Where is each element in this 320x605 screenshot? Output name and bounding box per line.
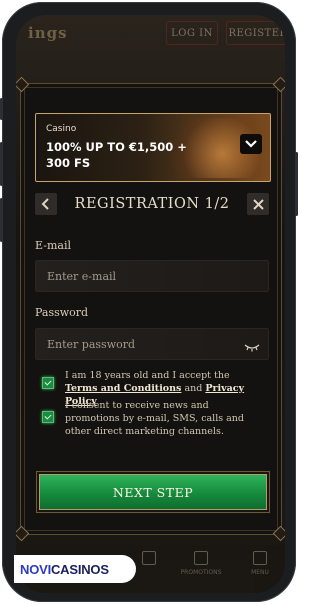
password-label: Password bbox=[35, 306, 89, 319]
registration-modal: Casino 100% UP TO €1,500 + 300 FS REGIST… bbox=[16, 76, 285, 542]
close-icon[interactable] bbox=[247, 193, 269, 215]
marketing-consent-text: I consent to receive news and promotions… bbox=[65, 400, 245, 437]
phone-volume-up bbox=[0, 142, 3, 186]
bonus-category: Casino bbox=[46, 124, 77, 134]
site-logo: ings bbox=[28, 24, 68, 42]
phone-volume-down bbox=[0, 198, 3, 242]
email-label: E-mail bbox=[35, 239, 71, 252]
login-button[interactable]: LOG IN bbox=[166, 21, 218, 45]
phone-power-button bbox=[295, 152, 298, 216]
nav-item-promotions[interactable]: PROMOTIONS bbox=[176, 551, 226, 576]
nav-item-menu[interactable]: MENU bbox=[235, 551, 285, 576]
age-terms-prefix: I am 18 years old and I accept the bbox=[65, 370, 230, 381]
phone-screen: ings LOG IN REGISTER Casino 100% UP TO €… bbox=[16, 15, 285, 593]
menu-icon bbox=[253, 551, 267, 565]
registration-title: REGISTRATION 1/2 bbox=[74, 196, 230, 212]
phone-side-button bbox=[0, 98, 3, 120]
gift-icon bbox=[194, 551, 208, 565]
bonus-title: 100% UP TO €1,500 + 300 FS bbox=[46, 140, 187, 170]
register-button[interactable]: REGISTER bbox=[226, 21, 285, 45]
site-header: ings LOG IN REGISTER bbox=[16, 15, 285, 51]
chevron-down-icon[interactable] bbox=[240, 134, 262, 154]
marketing-consent-checkbox[interactable] bbox=[42, 411, 54, 423]
watermark-part2: CASINOS bbox=[50, 561, 109, 577]
and-text: and bbox=[184, 383, 203, 394]
age-terms-checkbox[interactable] bbox=[42, 377, 54, 389]
phone-frame: ings LOG IN REGISTER Casino 100% UP TO €… bbox=[0, 2, 298, 602]
novicasinos-watermark: NOVI CASINOS bbox=[14, 555, 136, 583]
watermark-part1: NOVI bbox=[20, 561, 51, 577]
registration-header: REGISTRATION 1/2 bbox=[35, 193, 269, 219]
terms-link[interactable]: Terms and Conditions bbox=[65, 383, 181, 394]
password-field[interactable] bbox=[35, 328, 269, 360]
next-step-button[interactable]: NEXT STEP bbox=[39, 474, 267, 510]
eye-closed-icon[interactable] bbox=[244, 338, 260, 352]
bonus-banner[interactable]: Casino 100% UP TO €1,500 + 300 FS bbox=[35, 113, 271, 182]
email-field[interactable] bbox=[35, 260, 269, 292]
casino-icon bbox=[142, 551, 156, 565]
